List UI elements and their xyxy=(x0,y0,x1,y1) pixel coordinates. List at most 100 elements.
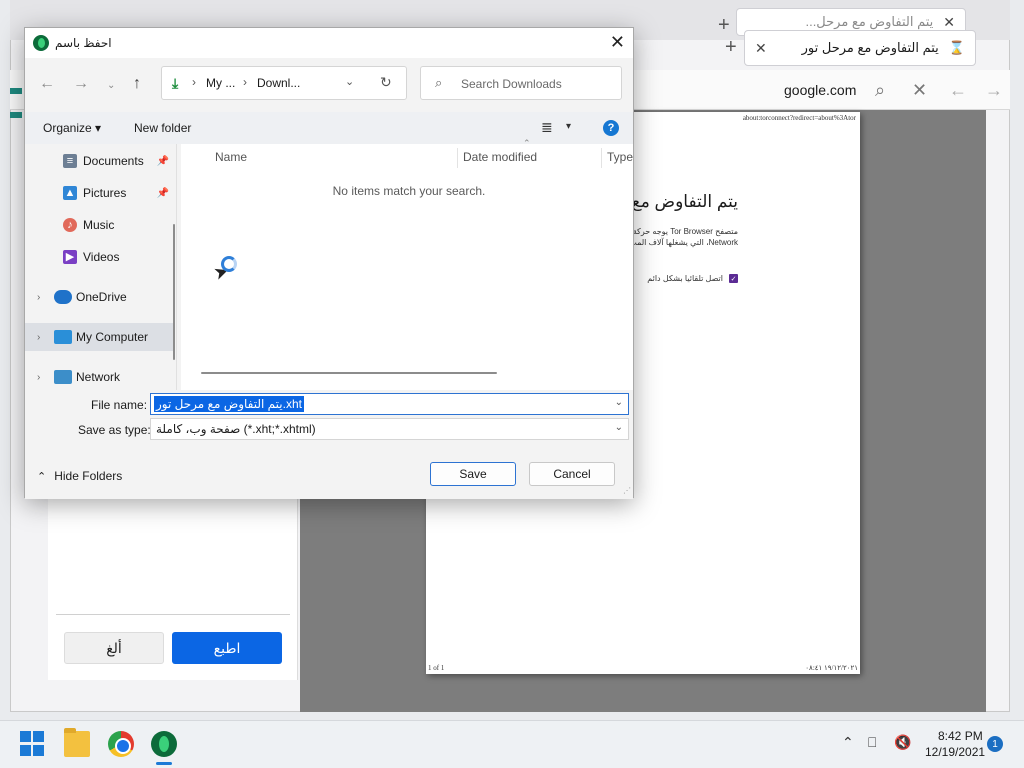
column-header-name[interactable]: Name xyxy=(215,144,247,170)
chevron-down-icon[interactable]: ▾ xyxy=(566,121,571,132)
refresh-icon[interactable]: ↻ xyxy=(380,74,392,91)
savetype-value: صفحة وب، كاملة (*.xht;*.xhtml) xyxy=(156,422,316,436)
tab-title: يتم التفاوض مع مرحل... xyxy=(805,14,934,29)
chevron-down-icon[interactable]: ⌄ xyxy=(615,397,623,408)
new-folder-button[interactable]: New folder xyxy=(134,121,191,135)
sidebar-item-my-computer[interactable]: › My Computer xyxy=(25,323,173,351)
forward-arrow-icon[interactable]: → xyxy=(73,75,89,93)
network-icon[interactable]: ⎕ xyxy=(868,734,876,751)
chevron-down-icon[interactable]: ⌄ xyxy=(615,422,623,433)
sidebar-item-onedrive[interactable]: › OneDrive xyxy=(25,283,173,311)
sidebar-item-documents[interactable]: ≡ Documents 📌 xyxy=(25,147,173,175)
filename-input[interactable]: يتم التفاوض مع مرحل تور.xht ⌄ xyxy=(150,393,629,415)
computer-icon xyxy=(54,330,72,344)
breadcrumb-segment[interactable]: My ... xyxy=(206,76,235,90)
column-header-type[interactable]: Type xyxy=(607,144,633,170)
sidebar-item-label: OneDrive xyxy=(76,290,127,304)
documents-icon: ≡ xyxy=(63,154,77,168)
notification-badge[interactable]: 1 xyxy=(987,736,1003,752)
sidebar-item-pictures[interactable]: ▲ Pictures 📌 xyxy=(25,179,173,207)
chevron-right-icon[interactable]: › xyxy=(37,372,40,383)
help-icon[interactable]: ? xyxy=(603,120,619,136)
url-text[interactable]: google.com xyxy=(784,82,856,98)
close-icon[interactable]: ✕ xyxy=(610,32,625,53)
active-app-indicator xyxy=(156,762,172,765)
auto-connect-row: ✓ اتصل تلقائيا بشكل دائم xyxy=(647,274,738,283)
pin-icon: 📌 xyxy=(156,155,169,167)
tor-browser-icon[interactable] xyxy=(151,731,177,757)
page-heading: يتم التفاوض مع xyxy=(631,192,738,211)
sidebar-item-label: Pictures xyxy=(83,186,127,200)
teal-accent xyxy=(10,88,22,94)
search-icon: ⌕ xyxy=(435,75,443,90)
save-button[interactable]: Save xyxy=(430,462,516,486)
cancel-button[interactable]: Cancel xyxy=(529,462,615,486)
videos-icon: ▶ xyxy=(63,250,77,264)
page-footer-date: ١٩/١٢/٢٠٢١ ٠٨:٤١ xyxy=(805,664,858,672)
filename-value[interactable]: يتم التفاوض مع مرحل تور.xht xyxy=(154,396,304,412)
print-button[interactable]: اطبع xyxy=(172,632,282,664)
hide-folders-label: Hide Folders xyxy=(54,469,123,483)
search-icon[interactable]: ⌕ xyxy=(875,80,885,101)
new-tab-icon[interactable]: + xyxy=(725,36,737,59)
file-explorer-icon[interactable] xyxy=(64,728,90,757)
tab-close-icon[interactable]: ✕ xyxy=(943,14,955,31)
search-placeholder: Search Downloads xyxy=(461,77,562,91)
pin-icon: 📌 xyxy=(156,187,169,199)
address-bar[interactable]: ⤓ › My ... › Downl... ⌄ ↻ xyxy=(161,66,407,100)
sidebar-item-label: Videos xyxy=(83,250,120,264)
browser-tab-active[interactable]: ⌛ يتم التفاوض مع مرحل تور ✕ xyxy=(744,30,976,66)
onedrive-icon xyxy=(54,290,72,304)
sidebar-item-videos[interactable]: ▶ Videos xyxy=(25,243,173,271)
tab-close-icon[interactable]: ✕ xyxy=(755,40,767,57)
breadcrumb-segment[interactable]: Downl... xyxy=(257,76,300,90)
music-icon: ♪ xyxy=(63,218,77,232)
chevron-right-icon[interactable]: › xyxy=(37,292,40,303)
clock-date[interactable]: 12/19/2021 xyxy=(925,745,985,759)
checkbox-checked-icon: ✓ xyxy=(729,274,738,283)
sidebar-item-network[interactable]: › Network xyxy=(25,363,173,390)
column-separator[interactable] xyxy=(601,148,602,168)
chrome-icon[interactable] xyxy=(108,731,134,757)
file-list-pane: Name Date modified Type No items match y… xyxy=(181,144,633,390)
sidebar-item-label: My Computer xyxy=(76,330,149,344)
chevron-right-icon[interactable]: › xyxy=(192,75,196,89)
navigation-pane: ≡ Documents 📌 ▲ Pictures 📌 ♪ Music ▶ Vid… xyxy=(25,144,177,390)
sidebar-item-label: Documents xyxy=(83,154,144,168)
savetype-label: Save as type: xyxy=(78,423,151,437)
nav-scrollbar[interactable] xyxy=(173,224,175,360)
empty-state-message: No items match your search. xyxy=(332,184,486,198)
volume-muted-icon[interactable]: 🔇 xyxy=(894,734,911,751)
network-icon xyxy=(54,370,72,384)
recent-locations-chevron-icon[interactable]: ⌄ xyxy=(107,80,115,91)
hourglass-icon: ⌛ xyxy=(948,40,965,55)
resize-grip-icon[interactable]: ⋰ xyxy=(623,486,631,495)
dialog-title: احفظ باسم xyxy=(55,36,112,50)
page-footer-count: 1 of 1 xyxy=(428,664,445,672)
close-icon[interactable]: ✕ xyxy=(912,80,927,101)
column-separator[interactable] xyxy=(457,148,458,168)
view-options-icon[interactable]: ≣ xyxy=(541,119,553,136)
search-input[interactable]: ⌕ Search Downloads xyxy=(420,66,622,100)
new-tab-icon[interactable]: + xyxy=(718,14,730,37)
organize-button[interactable]: Organize ▾ xyxy=(43,121,101,135)
chevron-right-icon[interactable]: › xyxy=(243,75,247,89)
back-arrow-icon[interactable]: ← xyxy=(39,75,55,93)
print-cancel-button[interactable]: ألغ xyxy=(64,632,164,664)
forward-arrow-icon[interactable]: → xyxy=(985,80,1003,101)
horizontal-scrollbar[interactable] xyxy=(201,372,497,374)
up-arrow-icon[interactable]: ↑ xyxy=(133,75,141,93)
savetype-select[interactable]: صفحة وب، كاملة (*.xht;*.xhtml) ⌄ xyxy=(150,418,629,440)
divider xyxy=(56,614,290,615)
chevron-up-icon[interactable]: ⌃ xyxy=(842,734,854,751)
download-icon: ⤓ xyxy=(172,75,179,91)
pictures-icon: ▲ xyxy=(63,186,77,200)
chevron-down-icon[interactable]: ⌄ xyxy=(345,75,354,88)
filename-label: File name: xyxy=(91,398,148,412)
chevron-right-icon[interactable]: › xyxy=(37,332,40,343)
back-arrow-icon[interactable]: ← xyxy=(949,80,967,101)
start-windows-icon[interactable] xyxy=(20,731,46,757)
hide-folders-button[interactable]: ⌃ Hide Folders xyxy=(37,469,122,483)
sidebar-item-music[interactable]: ♪ Music xyxy=(25,211,173,239)
clock-time[interactable]: 8:42 PM xyxy=(938,729,983,743)
